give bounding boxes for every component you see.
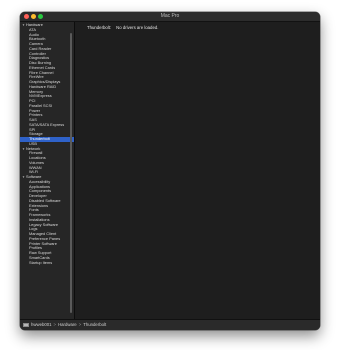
window-title: Mac Pro xyxy=(160,13,180,19)
breadcrumb: hwweb001 > Hardware > Thunderbolt xyxy=(23,322,106,328)
breadcrumb-hardware[interactable]: Hardware xyxy=(58,322,77,327)
breadcrumb-thunderbolt[interactable]: Thunderbolt xyxy=(83,322,106,327)
sidebar-item-startup-items[interactable]: Startup Items xyxy=(20,260,74,266)
sidebar-scrollbar[interactable] xyxy=(70,33,72,313)
sidebar: ▼Hardware ATA Audio Bluetooth Camera Card Rea… xyxy=(20,22,74,320)
computer-icon xyxy=(23,322,29,327)
detail-message: Thunderbolt: No drivers are loaded. xyxy=(87,25,158,30)
title-bar: Mac Pro xyxy=(20,12,320,22)
path-bar: hwweb001 > Hardware > Thunderbolt xyxy=(20,319,320,330)
breadcrumb-computer[interactable]: hwweb001 xyxy=(31,322,52,327)
sidebar-scroll-thumb[interactable] xyxy=(70,33,72,313)
detail-label: Thunderbolt: xyxy=(87,25,112,30)
detail-pane: Thunderbolt: No drivers are loaded. xyxy=(75,22,320,320)
system-information-window: Mac Pro ▼Hardware ATA Audio Bluetooth Camera… xyxy=(20,12,320,330)
detail-text: No drivers are loaded. xyxy=(116,25,159,30)
category-tree: ▼Hardware ATA Audio Bluetooth Camera Card Rea… xyxy=(20,22,74,265)
